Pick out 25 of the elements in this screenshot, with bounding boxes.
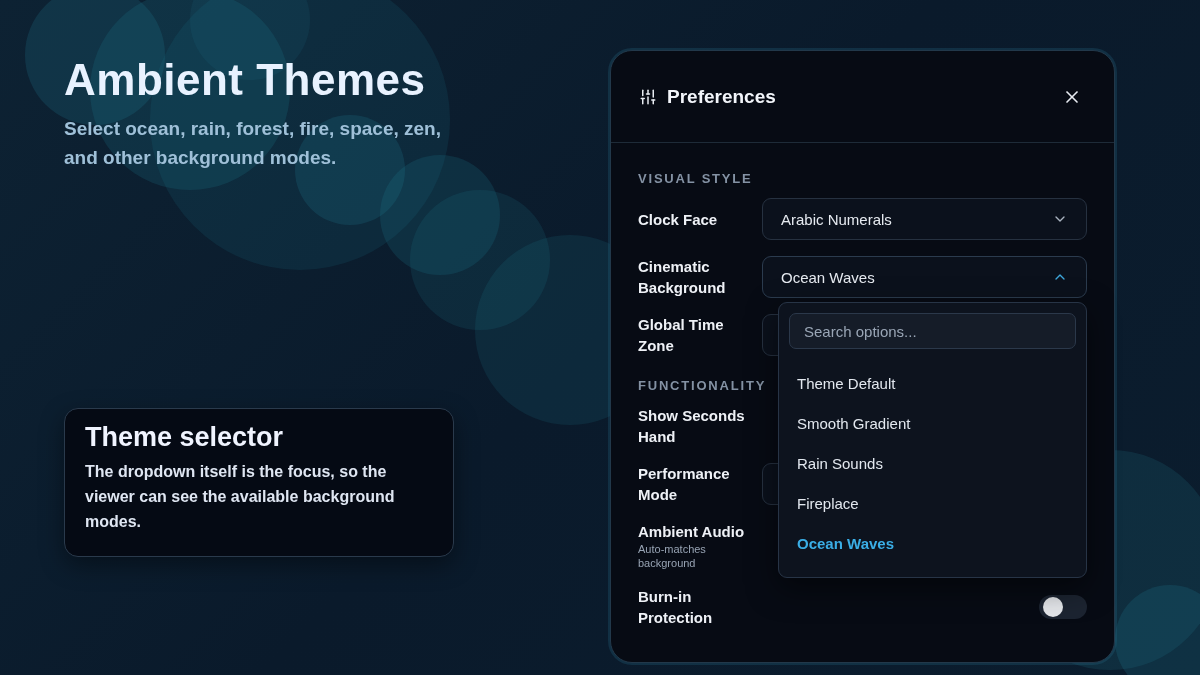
dropdown-option[interactable]: Rain Sounds <box>789 443 1076 483</box>
panel-title: Preferences <box>667 85 777 108</box>
setting-label: Show Seconds Hand <box>638 406 746 447</box>
card-text: The dropdown itself is the focus, so the viewer can see the available background modes. <box>85 462 396 532</box>
select-field[interactable]: Ocean Waves <box>762 256 1087 298</box>
dropdown-option[interactable]: Ocean Waves <box>789 523 1076 563</box>
field-label: Performance Mode <box>638 464 731 505</box>
page-subtitle: Select ocean, rain, forest, fire, space, zen, and other background modes. <box>64 117 442 170</box>
dropdown-option[interactable]: Smooth Gradient <box>789 403 1076 443</box>
sliders-icon <box>639 87 657 106</box>
page-title: Ambient Themes <box>64 54 427 106</box>
dropdown-option[interactable]: Theme Default <box>789 363 1076 403</box>
section-heading: VISUAL STYLE <box>638 171 753 186</box>
dropdown-option[interactable]: Fireplace <box>789 483 1076 523</box>
field-label: Cinematic Background <box>638 257 727 298</box>
card-title: Theme selector <box>85 421 285 453</box>
section-heading: FUNCTIONALITY <box>638 378 767 393</box>
search-field[interactable]: Search options... <box>789 313 1076 349</box>
setting-hint: Auto-matches background <box>638 542 707 570</box>
field-label: Clock Face <box>638 209 719 230</box>
select-field[interactable]: Arabic Numerals <box>762 198 1087 240</box>
toggle-switch[interactable] <box>1039 595 1087 619</box>
setting-label: Burn-in Protection <box>638 587 714 628</box>
field-label: Global Time Zone <box>638 315 725 356</box>
setting-label: Ambient Audio <box>638 522 746 542</box>
